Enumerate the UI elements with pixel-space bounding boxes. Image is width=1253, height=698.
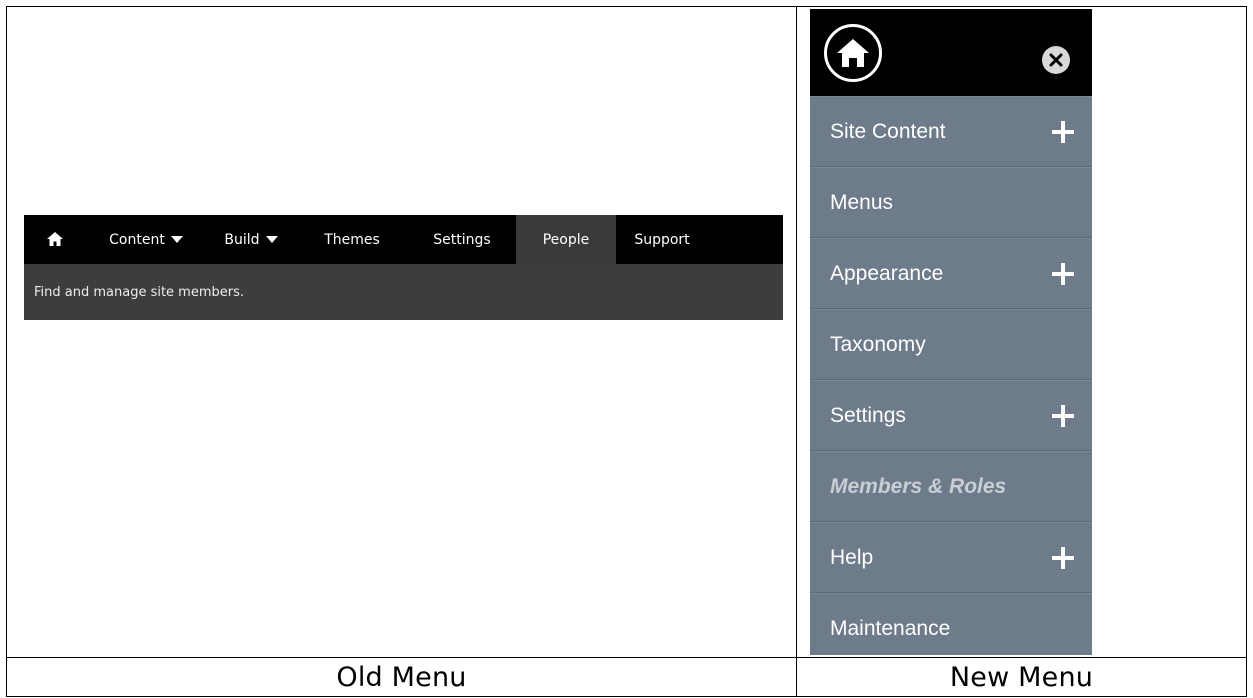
old-home-link[interactable] <box>24 215 86 264</box>
comparison-table: Content Build Themes Settings People Sup… <box>6 6 1247 697</box>
plus-icon[interactable] <box>1052 120 1074 143</box>
menu-item-members-roles[interactable]: Members & Roles <box>810 451 1092 522</box>
old-nav-settings-label: Settings <box>433 231 491 248</box>
old-nav-support-label: Support <box>634 231 690 248</box>
new-menu-header <box>810 9 1092 96</box>
old-menu-cell: Content Build Themes Settings People Sup… <box>6 6 797 658</box>
old-nav-content[interactable]: Content <box>86 215 206 264</box>
old-nav-people[interactable]: People <box>516 215 616 264</box>
caret-down-icon <box>170 236 183 243</box>
menu-item-label: Menus <box>830 190 894 214</box>
close-icon <box>1049 53 1063 67</box>
home-icon <box>837 39 869 67</box>
close-button[interactable] <box>1042 46 1070 74</box>
menu-item-taxonomy[interactable]: Taxonomy <box>810 309 1092 380</box>
old-nav-support[interactable]: Support <box>616 215 708 264</box>
menu-item-label: Help <box>830 545 874 569</box>
menu-item-label: Members & Roles <box>830 474 1007 498</box>
old-nav-build-label: Build <box>224 231 260 248</box>
old-menu: Content Build Themes Settings People Sup… <box>24 215 783 320</box>
home-icon <box>47 232 63 246</box>
old-nav-themes[interactable]: Themes <box>296 215 408 264</box>
menu-item-menus[interactable]: Menus <box>810 167 1092 238</box>
plus-icon[interactable] <box>1052 404 1074 427</box>
menu-item-label: Taxonomy <box>830 332 926 356</box>
plus-icon[interactable] <box>1052 546 1074 569</box>
old-nav-content-label: Content <box>109 231 165 248</box>
old-nav-description: Find and manage site members. <box>24 264 783 320</box>
menu-item-help[interactable]: Help <box>810 522 1092 593</box>
old-nav-build[interactable]: Build <box>206 215 296 264</box>
old-nav-bar: Content Build Themes Settings People Sup… <box>24 215 783 264</box>
menu-item-site-content[interactable]: Site Content <box>810 96 1092 167</box>
new-menu-caption: New Menu <box>796 657 1247 697</box>
old-nav-settings[interactable]: Settings <box>408 215 516 264</box>
new-menu: Site Content Menus Appearance Taxonomy S… <box>810 9 1092 655</box>
plus-icon[interactable] <box>1052 262 1074 285</box>
old-nav-people-label: People <box>542 231 590 248</box>
menu-item-label: Appearance <box>830 261 944 285</box>
menu-item-label: Maintenance <box>830 616 951 640</box>
caret-down-icon <box>265 236 278 243</box>
old-menu-caption: Old Menu <box>6 657 797 697</box>
menu-item-settings[interactable]: Settings <box>810 380 1092 451</box>
old-nav-themes-label: Themes <box>324 231 380 248</box>
menu-item-maintenance[interactable]: Maintenance <box>810 593 1092 655</box>
menu-item-label: Settings <box>830 403 906 427</box>
menu-item-label: Site Content <box>830 119 946 143</box>
new-menu-cell: Site Content Menus Appearance Taxonomy S… <box>796 6 1247 658</box>
home-button[interactable] <box>824 24 882 82</box>
menu-item-appearance[interactable]: Appearance <box>810 238 1092 309</box>
